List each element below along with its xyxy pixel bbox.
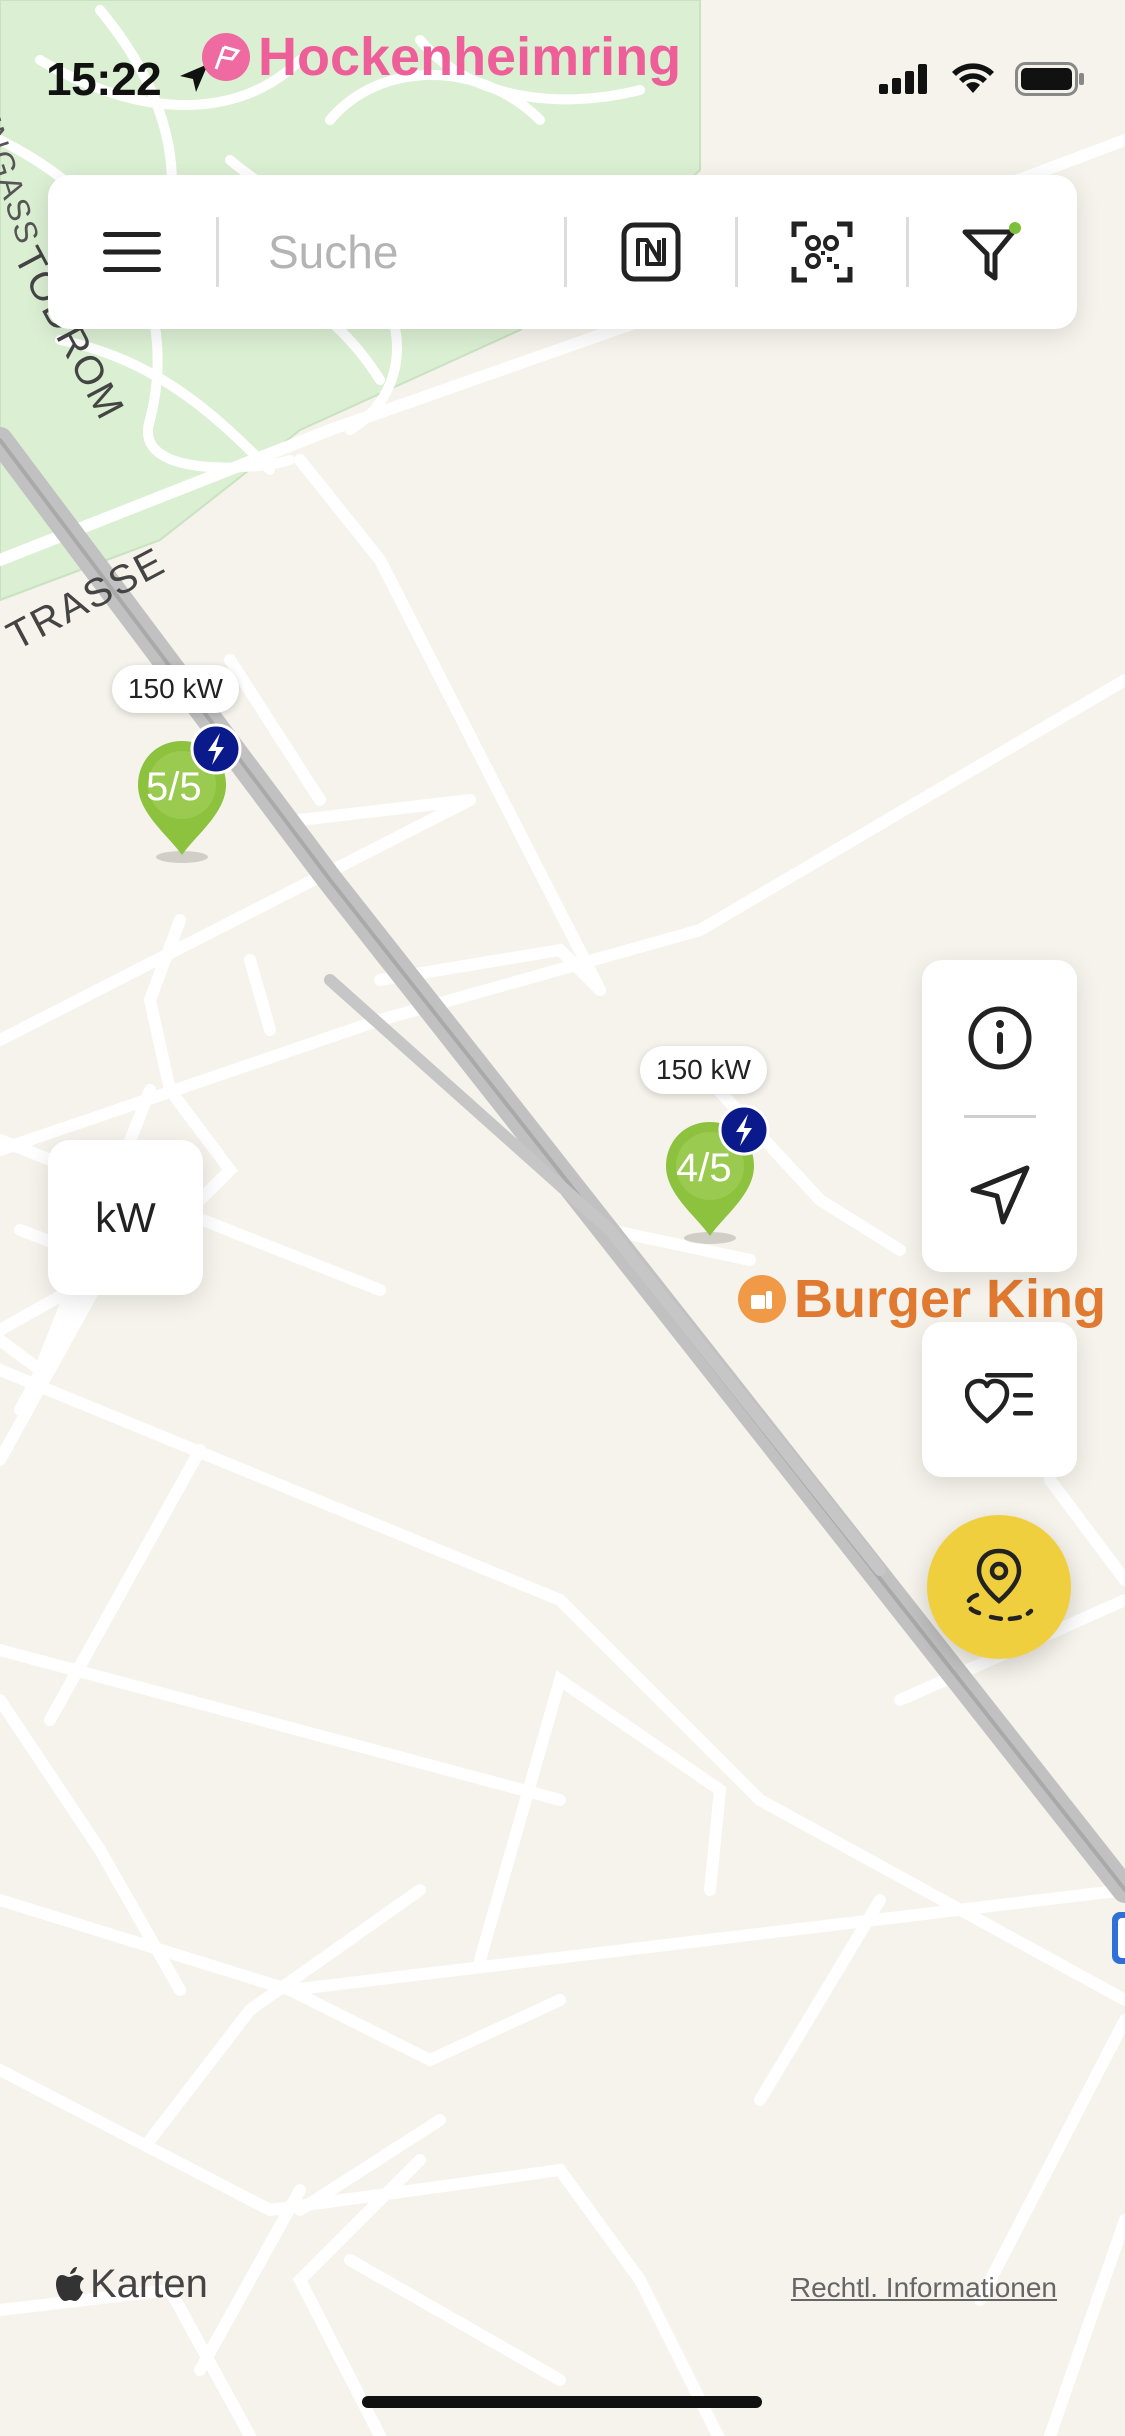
menu-icon: [103, 232, 161, 272]
fast-charge-badge-icon: [190, 723, 242, 775]
restaurant-icon: [738, 1275, 786, 1323]
menu-button[interactable]: [48, 175, 216, 329]
route-planner-icon: [966, 1548, 1034, 1622]
poi-label: Burger King: [794, 1269, 1107, 1329]
search-input[interactable]: Suche: [268, 225, 398, 279]
marker-power-label: 150 kW: [112, 665, 239, 713]
poi-burger-king[interactable]: Burger King: [738, 1268, 1106, 1330]
info-button[interactable]: [922, 960, 1077, 1116]
fast-charge-badge-icon: [718, 1104, 770, 1156]
status-time: 15:22: [46, 53, 162, 105]
signal-icon: [879, 64, 927, 94]
locate-button[interactable]: [922, 1118, 1077, 1272]
favorites-button[interactable]: [922, 1322, 1077, 1477]
wifi-icon: [952, 63, 994, 93]
nfc-icon: [621, 222, 681, 282]
status-icons: [879, 62, 1085, 96]
poi-label: Hockenheimring: [258, 27, 682, 87]
info-icon: [968, 1006, 1031, 1070]
apple-logo-icon: [56, 2266, 84, 2301]
nfc-button[interactable]: [567, 175, 735, 329]
kw-filter-button[interactable]: kW: [48, 1140, 203, 1295]
filter-button[interactable]: [909, 175, 1077, 329]
search-bar: Suche: [48, 175, 1077, 329]
map-attribution: Karten: [56, 2262, 208, 2307]
qr-scan-icon: [791, 221, 853, 283]
map-controls-panel: [922, 960, 1077, 1272]
marker-power-label: 150 kW: [640, 1046, 767, 1094]
route-planner-button[interactable]: [927, 1515, 1071, 1659]
legal-info-link[interactable]: Rechtl. Informationen: [791, 2272, 1057, 2304]
race-flag-icon: [202, 33, 250, 81]
locate-icon: [970, 1165, 1029, 1225]
filter-icon: [962, 222, 1021, 281]
battery-icon: [1015, 62, 1084, 96]
favorites-icon: [964, 1372, 1033, 1423]
poi-hockenheimring[interactable]: Hockenheimring: [202, 26, 681, 88]
attribution-text: Karten: [90, 2262, 208, 2306]
home-indicator[interactable]: [362, 2396, 762, 2408]
divider: [216, 217, 219, 287]
qr-scan-button[interactable]: [738, 175, 906, 329]
